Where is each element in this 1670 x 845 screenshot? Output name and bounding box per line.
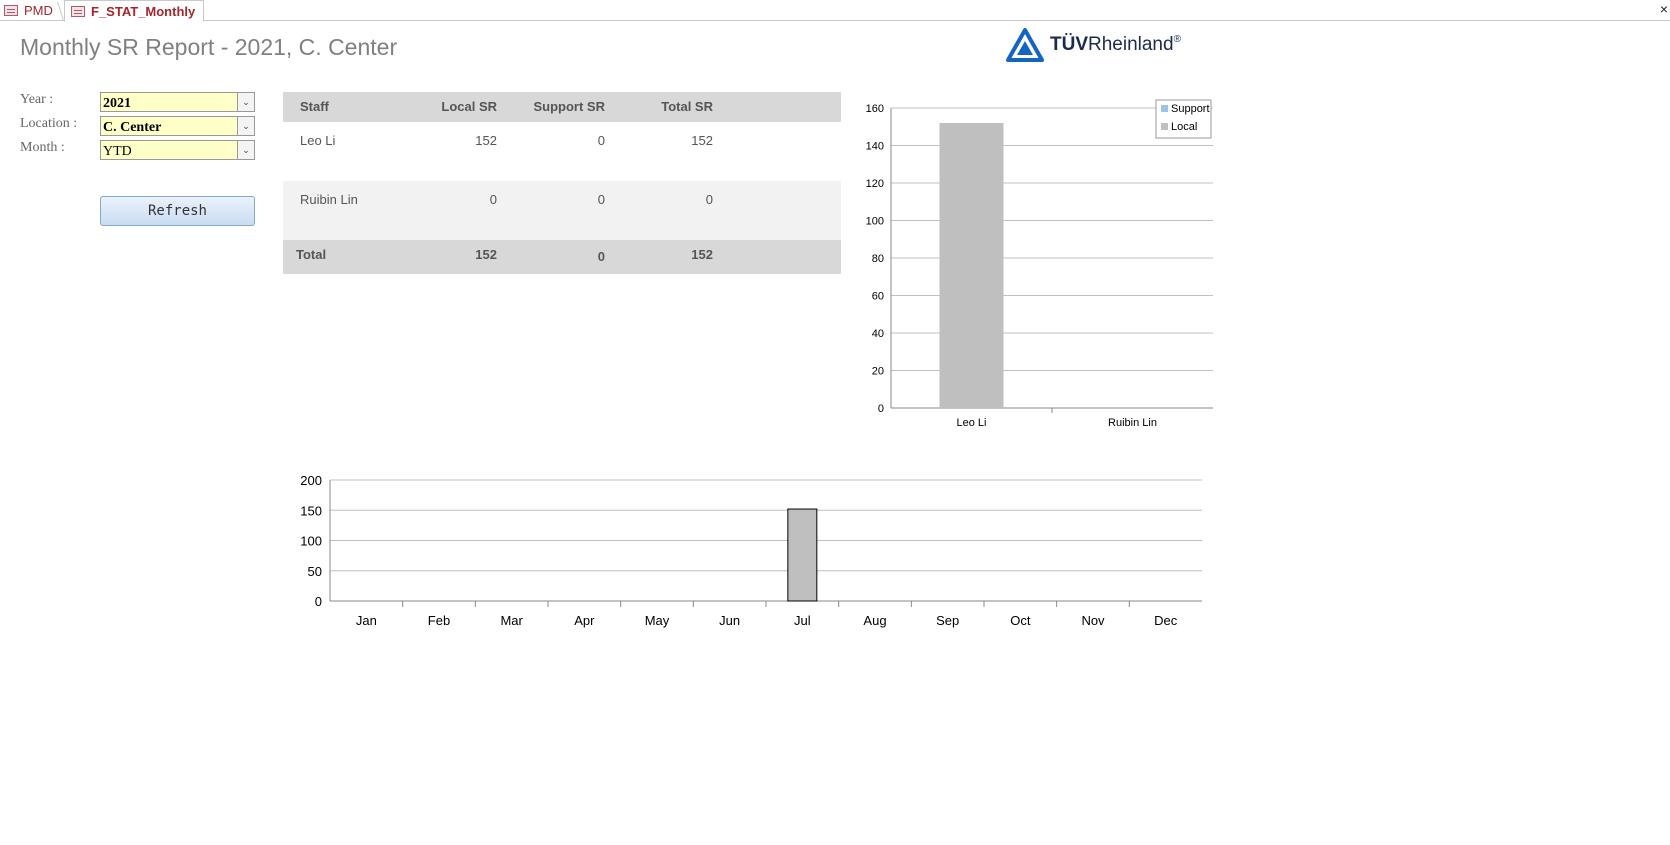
- logo-wordmark: TÜVRheinland®: [1050, 34, 1181, 55]
- cell-support-sr: 0: [597, 192, 605, 207]
- legend-swatch-support: [1161, 105, 1168, 112]
- year-label: Year :: [20, 92, 54, 107]
- y-tick-label: 40: [872, 328, 884, 340]
- y-tick-label: 20: [872, 366, 884, 378]
- x-tick-label: Aug: [863, 613, 886, 628]
- y-tick-label: 80: [872, 253, 884, 265]
- cell-total-label: Total: [296, 247, 327, 262]
- x-tick-label: May: [645, 613, 670, 628]
- month-value: YTD: [103, 144, 132, 159]
- cell-total-total-sr: 152: [691, 247, 713, 262]
- y-tick-label: 120: [866, 178, 884, 190]
- header-total-sr: Total SR: [661, 99, 713, 114]
- cell-local-sr: 0: [489, 192, 497, 207]
- bar-month: [787, 508, 818, 602]
- table-total-row: Total 152 0 152: [283, 240, 841, 274]
- year-value: 2021: [103, 96, 131, 111]
- tab-f-stat-monthly-label: F_STAT_Monthly: [91, 3, 196, 19]
- chevron-down-icon[interactable]: ⌄: [237, 117, 254, 135]
- refresh-button[interactable]: Refresh: [100, 196, 255, 226]
- y-tick-label: 160: [866, 103, 884, 115]
- bar-local: [939, 123, 1004, 408]
- x-tick-label: Ruibin Lin: [1108, 417, 1157, 429]
- location-label: Location :: [20, 116, 78, 131]
- page-title: Monthly SR Report - 2021, C. Center: [20, 34, 398, 60]
- y-tick-label: 100: [300, 534, 322, 549]
- month-combobox[interactable]: YTD ⌄: [100, 140, 255, 160]
- x-tick-label: Leo Li: [957, 417, 987, 429]
- cell-total-support-sr: 0: [597, 249, 605, 264]
- month-label: Month :: [20, 140, 65, 155]
- chevron-down-icon[interactable]: ⌄: [237, 141, 254, 159]
- cell-total-sr: 0: [705, 192, 713, 207]
- y-tick-label: 150: [300, 503, 322, 518]
- x-tick-label: Jul: [794, 613, 811, 628]
- staff-sr-chart: 0 20 40 60 80 100 120 140 160 Leo Li Ruibin Lin Sup…: [866, 99, 1213, 429]
- tab-pmd-label: PMD: [24, 3, 53, 18]
- cell-total-local-sr: 152: [475, 247, 497, 262]
- close-icon[interactable]: ×: [1660, 1, 1668, 17]
- header-local-sr: Local SR: [441, 99, 497, 114]
- x-tick-label: Jan: [356, 613, 377, 628]
- y-tick-label: 200: [300, 473, 322, 488]
- y-tick-label: 0: [878, 403, 884, 415]
- location-value: C. Center: [103, 120, 162, 135]
- x-tick-label: Mar: [500, 613, 523, 628]
- table-header: Staff Local SR Support SR Total SR: [283, 92, 841, 122]
- year-combobox[interactable]: 2021 ⌄: [100, 92, 255, 112]
- cell-staff: Ruibin Lin: [300, 192, 358, 207]
- y-tick-label: 60: [872, 291, 884, 303]
- x-tick-label: Oct: [1010, 613, 1031, 628]
- tab-pmd[interactable]: PMD: [2, 0, 62, 21]
- document-tab-bar: PMD F_STAT_Monthly ×: [0, 0, 1670, 22]
- cell-staff: Leo Li: [300, 133, 336, 148]
- chevron-down-icon[interactable]: ⌄: [237, 93, 254, 111]
- y-tick-label: 100: [866, 216, 884, 228]
- table-row: Leo Li 152 0 152: [283, 122, 841, 181]
- y-tick-label: 140: [866, 141, 884, 153]
- table-row: Ruibin Lin 0 0 0: [283, 181, 841, 240]
- cell-total-sr: 152: [691, 133, 713, 148]
- y-tick-label: 50: [308, 564, 322, 579]
- tab-f-stat-monthly[interactable]: F_STAT_Monthly: [64, 0, 204, 22]
- legend-label-support: Support: [1171, 103, 1210, 115]
- x-tick-label: Sep: [936, 613, 959, 628]
- legend-swatch-local: [1161, 123, 1168, 130]
- cell-local-sr: 152: [475, 133, 497, 148]
- x-tick-label: Apr: [574, 613, 595, 628]
- tuv-triangle-icon: [1006, 28, 1044, 62]
- location-combobox[interactable]: C. Center ⌄: [100, 116, 255, 136]
- header-staff: Staff: [300, 99, 329, 114]
- x-tick-label: Jun: [719, 613, 740, 628]
- legend-label-local: Local: [1171, 121, 1197, 133]
- y-tick-label: 0: [315, 594, 322, 609]
- cell-support-sr: 0: [597, 133, 605, 148]
- x-tick-label: Nov: [1081, 613, 1105, 628]
- x-tick-label: Feb: [428, 613, 450, 628]
- sr-table: Staff Local SR Support SR Total SR Leo L…: [283, 92, 841, 274]
- x-tick-label: Dec: [1154, 613, 1178, 628]
- header-support-sr: Support SR: [533, 99, 606, 114]
- form-icon: [4, 5, 18, 16]
- form-icon: [71, 5, 85, 17]
- monthly-sr-chart: 0 50 100 150 200 Jan Feb Mar Apr May Jun Jul Aug Sep O…: [300, 473, 1202, 628]
- tuv-rheinland-logo: TÜVRheinland®: [1006, 28, 1181, 62]
